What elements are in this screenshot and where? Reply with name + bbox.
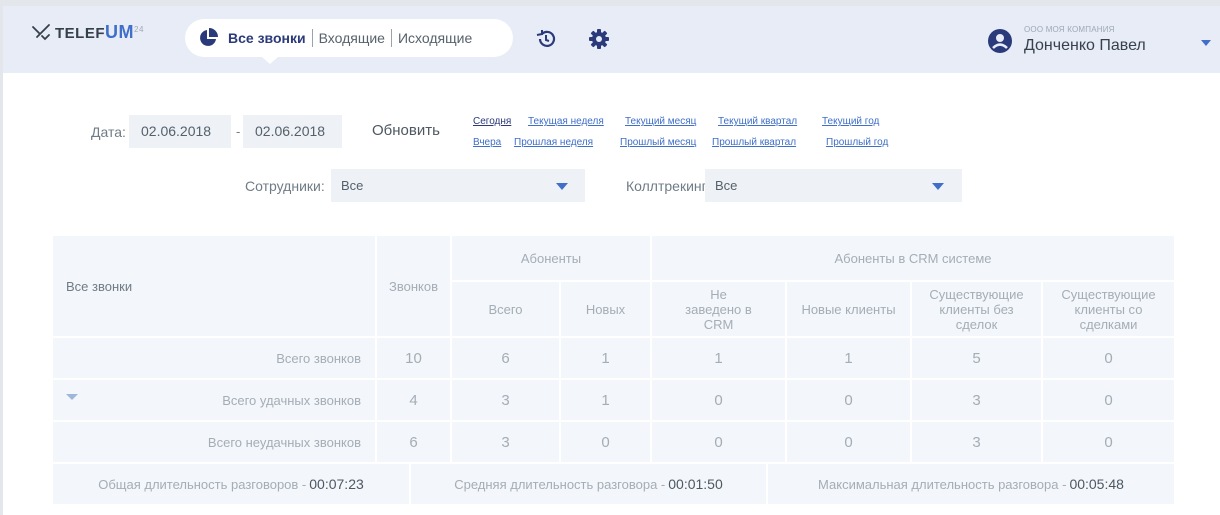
employees-select[interactable]: Все bbox=[331, 169, 585, 202]
quick-today[interactable]: Сегодня bbox=[473, 116, 511, 127]
subscribers-new-header: Новых bbox=[561, 282, 650, 336]
crm-new-clients-header: Новые клиенты bbox=[787, 282, 910, 336]
active-tab-pointer bbox=[262, 57, 278, 64]
quick-last-quarter[interactable]: Прошлый квартал bbox=[712, 137, 796, 148]
app-header: TELEFUM24 Все звонки Входящие Исходящие bbox=[3, 6, 1220, 73]
crm-group-header: Абоненты в CRM системе bbox=[652, 236, 1174, 280]
row-label-text: Всего удачных звонков bbox=[222, 392, 361, 408]
row-label-total: Всего звонков bbox=[53, 338, 375, 378]
quick-this-month[interactable]: Текущий месяц bbox=[625, 116, 696, 127]
date-label: Дата: bbox=[91, 124, 126, 140]
quick-last-month[interactable]: Прошлый месяц bbox=[620, 137, 696, 148]
table-cell: 5 bbox=[912, 338, 1041, 378]
table-cell: 0 bbox=[1043, 380, 1174, 420]
table-cell: 1 bbox=[561, 338, 650, 378]
date-from-input[interactable]: 02.06.2018 bbox=[129, 115, 231, 148]
history-icon[interactable] bbox=[536, 29, 556, 49]
table-cell: 0 bbox=[1043, 338, 1174, 378]
total-duration-stat: Общая длительность разговоров -00:07:23 bbox=[53, 464, 409, 504]
row-label-unsuccessful: Всего неудачных звонков bbox=[53, 422, 375, 462]
table-cell: 10 bbox=[377, 338, 450, 378]
refresh-button[interactable]: Обновить bbox=[372, 122, 440, 139]
total-duration-label: Общая длительность разговоров - bbox=[98, 476, 307, 492]
average-duration-stat: Средняя длительность разговора -00:01:50 bbox=[411, 464, 766, 504]
table-cell: 0 bbox=[1043, 422, 1174, 462]
table-cell: 1 bbox=[561, 380, 650, 420]
table-cell: 6 bbox=[377, 422, 450, 462]
table-cell: 0 bbox=[787, 422, 910, 462]
tab-all-calls[interactable]: Все звонки bbox=[218, 30, 312, 46]
table-cell: 3 bbox=[912, 380, 1041, 420]
max-duration-stat: Максимальная длительность разговора -00:… bbox=[768, 464, 1174, 504]
quick-last-year[interactable]: Прошлый год bbox=[826, 137, 888, 148]
gear-icon[interactable] bbox=[588, 28, 610, 50]
table-cell: 3 bbox=[452, 422, 559, 462]
calltracking-select-value: Все bbox=[715, 178, 738, 193]
average-duration-value: 00:01:50 bbox=[668, 475, 723, 492]
calls-tabs: Все звонки Входящие Исходящие bbox=[185, 19, 513, 57]
tab-incoming[interactable]: Входящие bbox=[313, 30, 391, 46]
calltracking-label: Коллтрекинг: bbox=[626, 178, 711, 194]
calls-column-header: Звонков bbox=[377, 236, 450, 336]
table-cell: 3 bbox=[912, 422, 1041, 462]
chevron-down-icon bbox=[556, 183, 568, 190]
subscribers-group-header: Абоненты bbox=[452, 236, 650, 280]
subscribers-total-header: Всего bbox=[452, 282, 559, 336]
pie-chart-icon bbox=[198, 28, 218, 48]
left-border bbox=[0, 6, 3, 515]
company-name: ООО МОЯ КОМПАНИЯ bbox=[1024, 25, 1115, 34]
quick-last-week[interactable]: Прошлая неделя bbox=[514, 137, 593, 148]
row-label-successful[interactable]: Всего удачных звонков bbox=[53, 380, 375, 420]
table-cell: 1 bbox=[787, 338, 910, 378]
table-cell: 1 bbox=[652, 338, 785, 378]
date-separator: - bbox=[236, 124, 241, 139]
crm-not-added-header: Не заведено в CRM bbox=[652, 282, 785, 336]
user-name[interactable]: Донченко Павел bbox=[1024, 37, 1146, 55]
table-cell: 0 bbox=[652, 380, 785, 420]
table-cell: 6 bbox=[452, 338, 559, 378]
table-cell: 0 bbox=[561, 422, 650, 462]
max-duration-label: Максимальная длительность разговора - bbox=[818, 476, 1067, 492]
average-duration-label: Средняя длительность разговора - bbox=[454, 476, 666, 492]
quick-this-quarter[interactable]: Текущий квартал bbox=[718, 116, 797, 127]
crm-existing-no-deals-header: Существующие клиенты без сделок bbox=[912, 282, 1041, 336]
logo[interactable]: TELEFUM24 bbox=[31, 20, 144, 44]
calltracking-select[interactable]: Все bbox=[705, 169, 962, 202]
crm-existing-with-deals-header: Существующие клиенты со сделками bbox=[1043, 282, 1174, 336]
calls-stats-table: Все звонки Звонков Абоненты Абоненты в C… bbox=[50, 233, 1176, 509]
table-cell: 3 bbox=[452, 380, 559, 420]
table-corner-header: Все звонки bbox=[53, 236, 375, 336]
quick-this-week[interactable]: Текущая неделя bbox=[528, 116, 604, 127]
max-duration-value: 00:05:48 bbox=[1069, 475, 1124, 492]
expand-caret-icon[interactable] bbox=[66, 394, 78, 400]
table-cell: 0 bbox=[652, 422, 785, 462]
logo-text: TELEFUM24 bbox=[55, 21, 144, 42]
employees-label: Сотрудники: bbox=[245, 178, 325, 194]
date-to-input[interactable]: 02.06.2018 bbox=[243, 115, 342, 148]
quick-this-year[interactable]: Текущий год bbox=[822, 116, 879, 127]
quick-yesterday[interactable]: Вчера bbox=[473, 137, 501, 148]
logo-icon bbox=[32, 24, 50, 41]
user-avatar-icon[interactable] bbox=[988, 29, 1012, 53]
tab-outgoing[interactable]: Исходящие bbox=[392, 30, 478, 46]
chevron-down-icon bbox=[932, 183, 944, 190]
total-duration-value: 00:07:23 bbox=[309, 475, 364, 492]
employees-select-value: Все bbox=[341, 178, 364, 193]
table-cell: 4 bbox=[377, 380, 450, 420]
user-menu-caret-icon[interactable] bbox=[1201, 40, 1211, 46]
table-cell: 0 bbox=[787, 380, 910, 420]
